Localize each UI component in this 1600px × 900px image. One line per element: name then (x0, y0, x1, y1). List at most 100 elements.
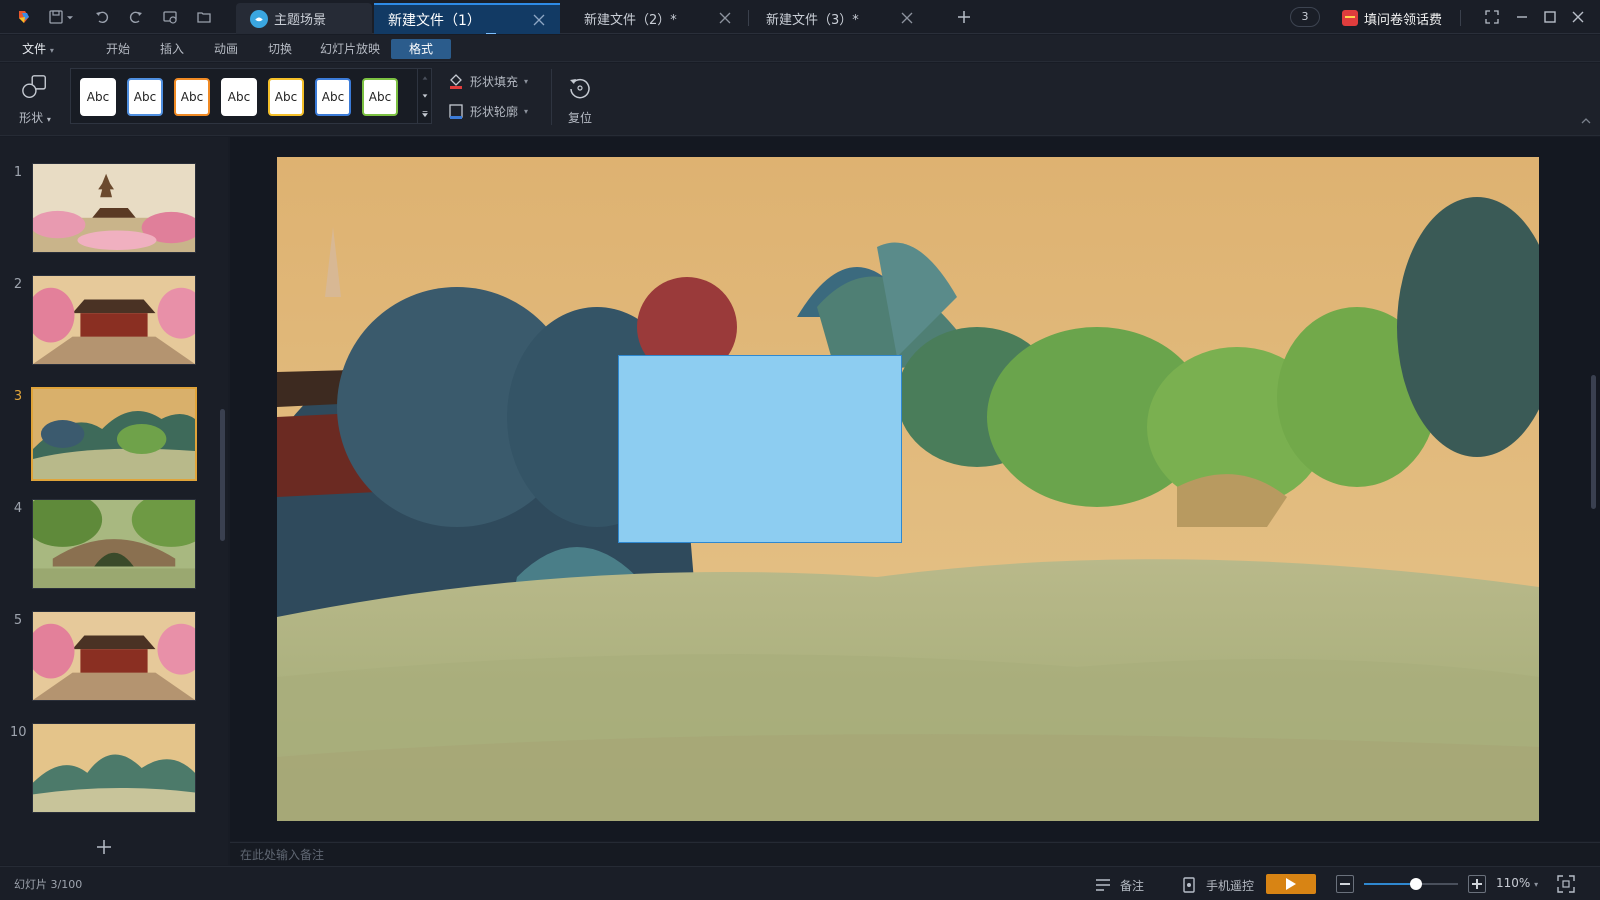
play-slideshow-button[interactable] (1266, 874, 1316, 894)
gallery-up-icon[interactable] (418, 69, 431, 87)
tab-theme-scene[interactable]: 主题场景 (236, 3, 372, 34)
reset-button[interactable]: 复位 (562, 69, 598, 125)
slide-thumbnail-10[interactable] (32, 723, 196, 813)
gallery-down-icon[interactable] (418, 87, 431, 105)
menu-slideshow[interactable]: 幻灯片放映 (316, 39, 384, 59)
shape-fill-button[interactable]: 形状填充 ▾ (448, 71, 528, 91)
scrollbar-thumb[interactable] (1591, 375, 1596, 509)
zoom-slider[interactable] (1364, 878, 1458, 890)
tab-new-file-2[interactable]: 新建文件（2）* (570, 3, 746, 34)
shape-outline-button[interactable]: 形状轮廓 ▾ (448, 101, 528, 121)
menu-bar: 文件 ▾ 开始 插入 动画 切换 幻灯片放映 格式 (0, 35, 1600, 62)
outline-icon (449, 104, 463, 119)
notes-toggle-button[interactable]: 备注 (1094, 875, 1144, 895)
redo-icon[interactable] (126, 7, 146, 27)
reset-label: 复位 (567, 111, 592, 125)
menu-home[interactable]: 开始 (100, 39, 136, 59)
undo-icon[interactable] (92, 7, 112, 27)
fit-to-window-icon[interactable] (1556, 874, 1576, 894)
notification-badge[interactable]: 3 (1290, 7, 1320, 27)
remote-label: 手机遥控 (1206, 878, 1255, 893)
shape-style-3[interactable]: Abc (174, 78, 210, 116)
zoom-in-button[interactable] (1468, 875, 1486, 893)
add-slide-plus-icon[interactable] (94, 837, 114, 857)
fullscreen-icon[interactable] (1482, 7, 1502, 27)
rectangle-shape[interactable] (618, 355, 902, 543)
close-icon[interactable] (718, 11, 732, 25)
shape-outline-label: 形状轮廓 (470, 104, 519, 119)
slide-thumbnail-4[interactable] (32, 499, 196, 589)
save-icon[interactable] (46, 7, 66, 27)
save-dropdown-icon[interactable] (64, 7, 76, 27)
shape-fill-label: 形状填充 (470, 74, 519, 89)
slide-thumbnail-3[interactable] (31, 387, 197, 481)
status-bar: 幻灯片 3/100 备注 手机遥控 110% ▾ (0, 866, 1600, 900)
shape-style-6[interactable]: Abc (315, 78, 351, 116)
slide-indicator: 幻灯片 3/100 (14, 878, 83, 891)
survey-promo-link[interactable]: 填问卷领话费 (1342, 8, 1442, 28)
menu-file[interactable]: 文件 ▾ (18, 39, 58, 59)
collapse-ribbon-icon[interactable] (1580, 115, 1592, 127)
slide-panel-scrollbar[interactable] (219, 147, 225, 807)
open-folder-icon[interactable] (194, 7, 214, 27)
slide-number: 5 (13, 613, 23, 628)
preview-icon[interactable] (160, 7, 180, 27)
slide-number: 4 (13, 501, 23, 516)
notes-icon (1096, 879, 1110, 891)
zoom-level-dropdown[interactable]: 110% ▾ (1496, 876, 1538, 890)
reset-icon (570, 78, 590, 99)
title-bar: 主题场景 新建文件（1） 新建文件（2）* 新建文件（3）* 3 填问卷领话费 (0, 0, 1600, 34)
phone-remote-icon (1183, 877, 1195, 893)
menu-insert[interactable]: 插入 (154, 39, 190, 59)
shape-style-7[interactable]: Abc (362, 78, 398, 116)
chevron-down-icon: ▾ (524, 106, 529, 116)
close-icon[interactable] (900, 11, 914, 25)
zoom-slider-knob[interactable] (1409, 878, 1422, 890)
shape-style-1[interactable]: Abc (80, 78, 116, 116)
slide-canvas[interactable] (277, 157, 1539, 821)
tab-label: 主题场景 (274, 13, 327, 28)
notes-input[interactable] (240, 846, 840, 864)
phone-remote-button[interactable]: 手机遥控 (1180, 875, 1254, 895)
tab-label: 新建文件（3）* (766, 13, 859, 28)
gallery-expand-icon[interactable] (418, 105, 431, 123)
tab-new-file-1[interactable]: 新建文件（1） (374, 3, 560, 34)
chevron-down-icon: ▾ (49, 46, 54, 55)
shape-button[interactable]: 形状 ▾ (12, 69, 58, 125)
slide-thumbnail-2[interactable] (32, 275, 196, 365)
paint-bucket-icon (450, 74, 462, 89)
theme-scene-icon (250, 9, 268, 28)
zoom-slider-fill (1364, 883, 1416, 885)
tab-separator (748, 10, 749, 26)
shape-icon (22, 75, 46, 98)
gift-icon (1342, 10, 1358, 26)
promo-label: 填问卷领话费 (1364, 12, 1443, 28)
canvas-scrollbar[interactable] (1588, 137, 1598, 841)
maximize-icon[interactable] (1540, 7, 1560, 27)
minimize-icon[interactable] (1512, 7, 1532, 27)
shape-style-2[interactable]: Abc (127, 78, 163, 116)
menu-animation[interactable]: 动画 (208, 39, 244, 59)
new-tab-plus-icon[interactable] (954, 7, 974, 27)
notes-bar (230, 842, 1600, 866)
menu-transition[interactable]: 切换 (262, 39, 298, 59)
format-ribbon: 形状 ▾ Abc Abc Abc Abc Abc Abc Abc 形状填充 ▾ … (0, 63, 1600, 136)
shape-style-gallery: Abc Abc Abc Abc Abc Abc Abc (70, 68, 432, 124)
shape-style-4[interactable]: Abc (221, 78, 257, 116)
slide-number: 2 (13, 277, 23, 292)
shape-style-5[interactable]: Abc (268, 78, 304, 116)
zoom-out-button[interactable] (1336, 875, 1354, 893)
slide-thumbnail-1[interactable] (32, 163, 196, 253)
tab-new-file-3[interactable]: 新建文件（3）* (752, 3, 928, 34)
app-logo-icon[interactable] (14, 7, 34, 27)
menu-file-label: 文件 (22, 42, 47, 56)
shape-label: 形状 ▾ (19, 111, 51, 125)
menu-format[interactable]: 格式 (391, 39, 451, 59)
scrollbar-thumb[interactable] (220, 409, 225, 541)
notes-label: 备注 (1120, 878, 1145, 893)
close-icon[interactable] (532, 13, 546, 27)
ribbon-separator (551, 69, 552, 125)
window-close-icon[interactable] (1568, 7, 1588, 27)
slide-thumbnail-5[interactable] (32, 611, 196, 701)
slide-number: 3 (13, 389, 23, 404)
